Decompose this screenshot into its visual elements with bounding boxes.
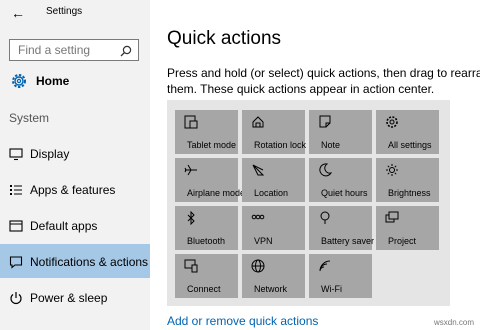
tile-label: Airplane mode	[187, 188, 246, 198]
section-header-system: System	[9, 111, 50, 125]
tile-label: Quiet hours	[321, 188, 368, 198]
display-icon	[9, 148, 23, 161]
home-label: Home	[36, 74, 70, 88]
location-icon	[252, 164, 265, 176]
tile-tablet-mode[interactable]: Tablet mode	[175, 110, 238, 154]
tile-quiet-hours[interactable]: Quiet hours	[309, 158, 372, 202]
tile-label: Location	[254, 188, 289, 198]
sidebar-item-label: Default apps	[30, 219, 98, 233]
home-nav-item[interactable]: Home	[0, 70, 150, 92]
page-description: Press and hold (or select) quick actions…	[167, 65, 480, 97]
connect-icon	[184, 259, 198, 273]
gear-icon	[12, 74, 26, 88]
moon-icon	[319, 163, 332, 177]
note-icon	[319, 115, 331, 128]
description-line-2: them. These quick actions appear in acti…	[167, 82, 435, 96]
search-icon[interactable]	[120, 45, 132, 57]
tile-location[interactable]: Location	[242, 158, 305, 202]
sidebar-item-label: Power & sleep	[30, 291, 108, 305]
default-apps-icon	[9, 220, 23, 232]
sidebar-item-label: Apps & features	[30, 183, 116, 197]
brightness-icon	[386, 164, 398, 176]
tile-label: Note	[321, 140, 341, 150]
tile-label: Connect	[187, 284, 221, 294]
notifications-icon	[9, 256, 23, 269]
sidebar-item-label: Display	[30, 147, 70, 161]
tile-label: Rotation lock	[254, 140, 307, 150]
gear-icon	[386, 116, 398, 128]
tile-label: Project	[388, 236, 417, 246]
back-button[interactable]: ←	[8, 4, 28, 22]
tile-wifi[interactable]: Wi-Fi	[309, 254, 372, 298]
page-title: Quick actions	[167, 28, 282, 49]
tile-label: All settings	[388, 140, 432, 150]
tile-label: Wi-Fi	[321, 284, 342, 294]
tile-project[interactable]: Project	[376, 206, 439, 250]
sidebar-item-label: Notifications & actions	[30, 255, 149, 269]
power-icon	[10, 292, 22, 305]
tile-rotation-lock[interactable]: Rotation lock	[242, 110, 307, 154]
sidebar: ← Settings Find a setting Home System Di…	[0, 0, 150, 330]
tile-note[interactable]: Note	[309, 110, 372, 154]
bluetooth-icon	[187, 211, 195, 225]
tile-brightness[interactable]: Brightness	[376, 158, 439, 202]
title-bar: ← Settings	[0, 0, 150, 26]
sidebar-item-apps-features[interactable]: Apps & features	[0, 172, 150, 206]
add-remove-quick-actions-link[interactable]: Add or remove quick actions	[167, 314, 318, 328]
sidebar-item-display[interactable]: Display	[0, 136, 150, 170]
sidebar-item-default-apps[interactable]: Default apps	[0, 208, 150, 242]
tablet-mode-icon	[184, 115, 198, 129]
tile-vpn[interactable]: VPN	[242, 206, 305, 250]
tile-label: VPN	[254, 236, 273, 246]
watermark: wsxdn.com	[433, 318, 474, 327]
vpn-icon	[251, 214, 265, 220]
network-globe-icon	[251, 259, 265, 273]
tile-bluetooth[interactable]: Bluetooth	[175, 206, 238, 250]
description-line-1: Press and hold (or select) quick actions…	[167, 66, 480, 80]
tile-all-settings[interactable]: All settings	[376, 110, 439, 154]
tile-label: Network	[254, 284, 288, 294]
quick-actions-grid: Tablet mode Rotation lock Note All setti…	[167, 100, 450, 306]
battery-saver-icon	[320, 211, 330, 224]
search-input[interactable]: Find a setting	[9, 39, 139, 61]
tile-battery-saver[interactable]: Battery saver	[309, 206, 375, 250]
tile-label: Brightness	[388, 188, 431, 198]
sidebar-item-power-sleep[interactable]: Power & sleep	[0, 280, 150, 314]
apps-list-icon	[10, 185, 22, 195]
project-icon	[385, 211, 399, 223]
sidebar-item-notifications-actions[interactable]: Notifications & actions	[0, 244, 150, 278]
search-placeholder: Find a setting	[18, 43, 91, 57]
wifi-icon	[319, 260, 331, 272]
tile-airplane-mode[interactable]: Airplane mode	[175, 158, 245, 202]
app-title: Settings	[46, 6, 83, 17]
rotation-lock-icon	[252, 116, 264, 128]
tile-label: Battery saver	[321, 236, 375, 246]
airplane-icon	[184, 164, 197, 176]
tile-label: Bluetooth	[187, 236, 226, 246]
tile-network[interactable]: Network	[242, 254, 305, 298]
tile-connect[interactable]: Connect	[175, 254, 238, 298]
tile-label: Tablet mode	[187, 140, 237, 150]
